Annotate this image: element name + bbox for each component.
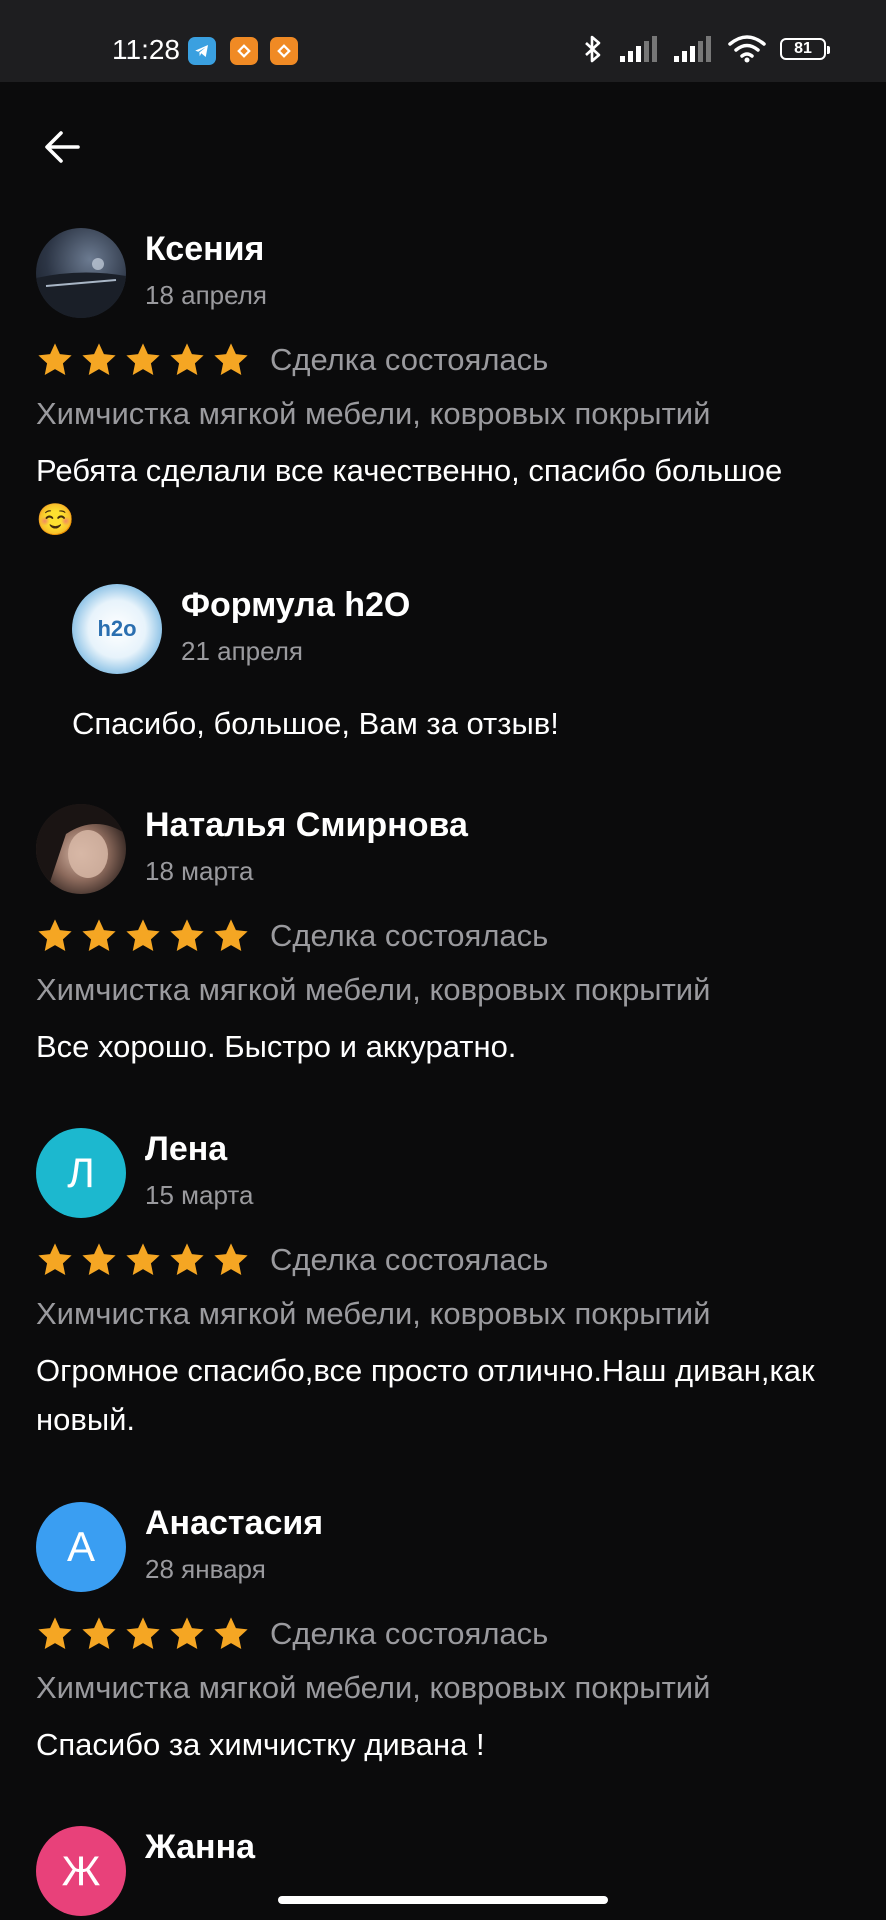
arrow-left-icon	[45, 131, 80, 163]
review-text: Огромное спасибо,все просто отлично.Наш …	[36, 1353, 815, 1437]
star-icon	[82, 919, 116, 952]
reply-author: Формула h2O	[181, 586, 411, 624]
review-author: Наталья Смирнова	[145, 806, 468, 844]
rating-row: Сделка состоялась	[36, 1608, 856, 1660]
star-icon	[214, 343, 248, 376]
service-name: Химчистка мягкой мебели, ковровых покрыт…	[36, 1670, 711, 1705]
app-notification-icon	[270, 37, 298, 65]
status-icons: 81	[580, 34, 830, 64]
review-item: А Анастасия 28 января Сделка состоялась …	[36, 1502, 856, 1769]
review-date: 18 апреля	[145, 280, 267, 310]
review-header: Ж Жанна	[36, 1826, 856, 1918]
avatar-letter: А	[66, 1523, 95, 1570]
review-author: Ксения	[145, 230, 265, 268]
rating-row: Сделка состоялась	[36, 910, 856, 962]
star-icon	[214, 1243, 248, 1276]
deal-status: Сделка состоялась	[270, 1616, 549, 1651]
star-icon	[126, 1243, 160, 1276]
battery-indicator: 81	[780, 38, 830, 60]
review-header: Наталья Смирнова 18 марта	[36, 804, 856, 896]
review-author: Жанна	[145, 1828, 256, 1866]
avatar-letter: Ж	[61, 1847, 101, 1894]
service-name: Химчистка мягкой мебели, ковровых покрыт…	[36, 396, 711, 431]
review-header: А Анастасия 28 января	[36, 1502, 856, 1594]
deal-status: Сделка состоялась	[270, 342, 549, 377]
review-date: 15 марта	[145, 1180, 254, 1210]
star-icon	[126, 919, 160, 952]
review-text: Все хорошо. Быстро и аккуратно.	[36, 1029, 517, 1064]
business-avatar[interactable]: h2o	[72, 584, 162, 674]
reply-text: Спасибо, большое, Вам за отзыв!	[72, 706, 559, 741]
star-icon	[126, 343, 160, 376]
avatar[interactable]: Ж	[36, 1826, 126, 1916]
star-rating	[36, 1241, 250, 1279]
telegram-icon	[188, 37, 216, 65]
star-icon	[170, 343, 204, 376]
star-icon	[82, 1243, 116, 1276]
review-item: Ксения 18 апреля Сделка состоялась Химчи…	[36, 228, 856, 784]
reviews-screen: 11:28 81 Ксения 18 апреля Сделка состоял…	[0, 0, 886, 1920]
home-indicator[interactable]	[278, 1896, 608, 1904]
star-icon	[38, 1617, 72, 1650]
review-header: Л Лена 15 марта	[36, 1128, 856, 1220]
star-rating	[36, 341, 250, 379]
back-button[interactable]	[38, 122, 88, 172]
rating-row: Сделка состоялась	[36, 334, 856, 386]
deal-status: Сделка состоялась	[270, 918, 549, 953]
star-icon	[126, 1617, 160, 1650]
review-header: Ксения 18 апреля	[36, 228, 856, 320]
business-avatar-text: h2o	[97, 616, 137, 641]
star-icon	[214, 919, 248, 952]
review-text: Ребята сделали все качественно, спасибо …	[36, 453, 783, 537]
avatar[interactable]: Л	[36, 1128, 126, 1218]
star-rating	[36, 917, 250, 955]
review-text: Спасибо за химчистку дивана !	[36, 1727, 485, 1762]
status-time: 11:28	[112, 34, 180, 65]
status-bar: 11:28 81	[0, 0, 886, 82]
signal-icon	[674, 36, 711, 62]
avatar-letter: Л	[67, 1149, 95, 1196]
service-name: Химчистка мягкой мебели, ковровых покрыт…	[36, 1296, 711, 1331]
star-icon	[82, 343, 116, 376]
reply-date: 21 апреля	[181, 636, 303, 666]
star-icon	[170, 1243, 204, 1276]
review-item: Ж Жанна	[36, 1826, 856, 1918]
service-name: Химчистка мягкой мебели, ковровых покрыт…	[36, 972, 711, 1007]
review-item: Наталья Смирнова 18 марта Сделка состоял…	[36, 804, 856, 1071]
wifi-icon	[728, 35, 766, 63]
avatar[interactable]	[36, 228, 126, 318]
star-icon	[38, 1243, 72, 1276]
rating-row: Сделка состоялась	[36, 1234, 856, 1286]
review-item: Л Лена 15 марта Сделка состоялась Химчис…	[36, 1128, 856, 1444]
review-author: Анастасия	[145, 1504, 324, 1542]
star-icon	[170, 1617, 204, 1650]
bluetooth-icon	[585, 35, 601, 63]
avatar[interactable]: А	[36, 1502, 126, 1592]
app-notification-icon	[230, 37, 258, 65]
deal-status: Сделка состоялась	[270, 1242, 549, 1277]
avatar[interactable]	[36, 804, 126, 894]
star-icon	[170, 919, 204, 952]
star-rating	[36, 1615, 250, 1653]
review-author: Лена	[145, 1130, 228, 1168]
business-reply: h2o Формула h2O 21 апреля Спасибо, больш…	[72, 584, 856, 784]
star-icon	[82, 1617, 116, 1650]
star-icon	[38, 919, 72, 952]
star-icon	[214, 1617, 248, 1650]
signal-icon	[620, 36, 657, 62]
star-icon	[38, 343, 72, 376]
review-date: 18 марта	[145, 856, 254, 886]
review-date: 28 января	[145, 1554, 266, 1584]
